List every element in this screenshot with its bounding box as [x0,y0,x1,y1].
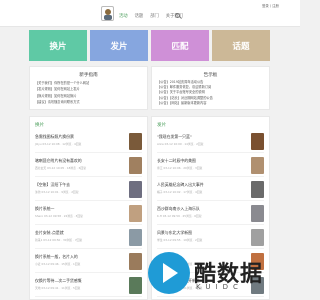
post-title[interactable]: 人民英雄纪念碑入出大事件 [157,182,204,188]
guide-item[interactable]: 【建议】请勿随意询问联系方式 [35,99,89,105]
tile-exchange[interactable]: 换片 [29,30,87,61]
exchange-section-title: 换片 [35,123,45,128]
list-item[interactable]: 风景与东北大学新图学生 03-12 09:55 · 19浏览 · 2回复 [157,227,264,249]
site-logo[interactable] [101,6,114,21]
newbie-guide-title: 新手指南 [79,73,98,78]
search-icon-handle [179,16,182,19]
post-title[interactable]: 换片系统一般，名片入的 [35,254,78,260]
list-item[interactable]: 长安十二时辰中的美图寒江 03-12 10:06 · 20浏览 · 3回复 [157,155,264,177]
list-item[interactable]: 喀喇昆仑附片有没有喜欢的西北玄天 03-12 10:05 · 18浏览 · 6回… [35,155,142,177]
post-meta: 天地 03-12 09:41 · 11浏览 · 5回复 [35,286,81,290]
announcement-item[interactable]: 【公告】关于平台账号安全的说明 [157,90,213,95]
main-nav: 活动 话题 部门 关于我们 [119,13,183,19]
post-thumbnail[interactable] [251,157,264,174]
post-meta: 泳池 03-12 10:01 · 9浏览 · 2回复 [35,190,79,194]
login-register-links[interactable]: 登录丨注册 [262,3,279,8]
tile-match[interactable]: 匹配 [151,30,209,61]
post-thumbnail[interactable] [129,133,142,150]
post-thumbnail[interactable] [251,229,264,246]
post-thumbnail[interactable] [251,181,264,198]
list-item[interactable]: "我现在发第一只蓝" Alice 03-12 10:09 · 14浏览 · 2回复 [157,131,264,153]
list-item[interactable]: 金片安装-点是就新来1 03-12 09:50 · 30浏览 · 7回复 [35,227,142,249]
post-title[interactable]: 急需找图标照片换份票 [35,134,74,140]
post-section-title: 发片 [157,123,167,128]
search-icon[interactable] [175,13,182,20]
post-title[interactable]: 换片系统一 [35,206,54,212]
post-meta: Alice 03-12 10:09 · 14浏览 · 2回复 [157,142,204,146]
newbie-guide-list: 【关于我们】你所在的是一个什么网站 【发片规则】如何在网站上发片 【换片规则】如… [35,80,89,105]
watermark: 酷数据 KUIDC [148,252,292,298]
post-meta: 新来1 03-12 09:50 · 30浏览 · 7回复 [35,238,83,242]
post-meta: 橘子 03-12 10:02 · 17浏览 · 4回复 [157,190,203,194]
post-meta: 西北玄天 03-12 10:05 · 18浏览 · 6回复 [35,166,87,170]
newbie-guide-panel: 新手指南 【关于我们】你所在的是一个什么网站 【发片规则】如何在网站上发片 【换… [29,66,148,110]
post-meta: Jiliyu 03-12 10:08 · 12浏览 · 4回复 [35,142,82,146]
post-title[interactable]: 西沙群岛南沙入上海乐队 [157,206,200,212]
tile-post[interactable]: 发片 [90,30,148,61]
post-meta: K.H 03-12 09:59 · 25浏览 · 6回复 [157,214,202,218]
post-title[interactable]: 喀喇昆仑附片有没有喜欢的 [35,158,82,164]
post-title[interactable]: "我现在发第一只蓝" [157,134,192,140]
top-navigation-bar: 活动 话题 部门 关于我们 登录丨注册 [0,0,300,27]
announcement-list: 【公告】2019站庆周年活动公告 【公告】邮件服务恢复，欢迎重新订阅 【公告】关… [157,80,213,106]
announcement-title: 告示板 [203,73,218,78]
post-title[interactable]: 【空账】汉阳下午去 [35,182,70,188]
post-thumbnail[interactable] [251,133,264,150]
list-item[interactable]: 人民英雄纪念碑入出大事件 橘子 03-12 10:02 · 17浏览 · 4回复 [157,179,264,201]
post-thumbnail[interactable] [129,157,142,174]
list-item[interactable]: 急需找图标照片换份票 Jiliyu 03-12 10:08 · 12浏览 · 4回… [35,131,142,153]
announcement-item[interactable]: 【公告】【网站】最新版本更新内容 [157,101,213,106]
post-meta: 寒江 03-12 10:06 · 20浏览 · 3回复 [157,166,203,170]
post-title[interactable]: 长安十二时辰中的美图 [157,158,196,164]
post-title[interactable]: 金片安装-点是就 [35,230,64,236]
nav-item-activity[interactable]: 活动 [119,13,128,19]
post-thumbnail[interactable] [129,205,142,222]
post-thumbnail[interactable] [129,253,142,270]
announcement-panel: 告示板 【公告】2019站庆周年活动公告 【公告】邮件服务恢复，欢迎重新订阅 【… [151,66,270,110]
list-item[interactable]: 换片系统一般，名片入的 小麦 03-12 09:46 · 15浏览 · 1回复 [35,251,142,273]
list-item[interactable]: 西沙群岛南沙入上海乐队 K.H 03-12 09:59 · 25浏览 · 6回复 [157,203,264,225]
post-meta: 学生 03-12 09:55 · 19浏览 · 2回复 [157,238,203,242]
post-title[interactable]: 风景与东北大学新图 [157,230,192,236]
nav-item-topics[interactable]: 话题 [135,13,144,19]
play-icon [163,263,178,283]
post-meta: Shero 03-12 09:58 · 22浏览 · 3回复 [35,214,83,218]
post-meta: 小麦 03-12 09:46 · 15浏览 · 1回复 [35,262,81,266]
list-item[interactable]: 【空账】汉阳下午去泳池 03-12 10:01 · 9浏览 · 2回复 [35,179,142,201]
post-thumbnail[interactable] [251,205,264,222]
list-item[interactable]: 换片系统一 Shero 03-12 09:58 · 22浏览 · 3回复 [35,203,142,225]
watermark-subtext: KUIDC [196,283,243,291]
logo-body-shape [104,15,112,20]
list-item[interactable]: 仅换片等待—次二手货感慨 天地 03-12 09:41 · 11浏览 · 5回复 [35,275,142,297]
post-thumbnail[interactable] [129,229,142,246]
tile-topics[interactable]: 话题 [212,30,270,61]
post-thumbnail[interactable] [129,181,142,198]
post-thumbnail[interactable] [129,277,142,294]
post-title[interactable]: 仅换片等待—次二手货感慨 [35,278,82,284]
nav-item-departments[interactable]: 部门 [150,13,159,19]
exchange-list-panel: 换片 急需找图标照片换份票 Jiliyu 03-12 10:08 · 12浏览 ·… [29,116,148,300]
